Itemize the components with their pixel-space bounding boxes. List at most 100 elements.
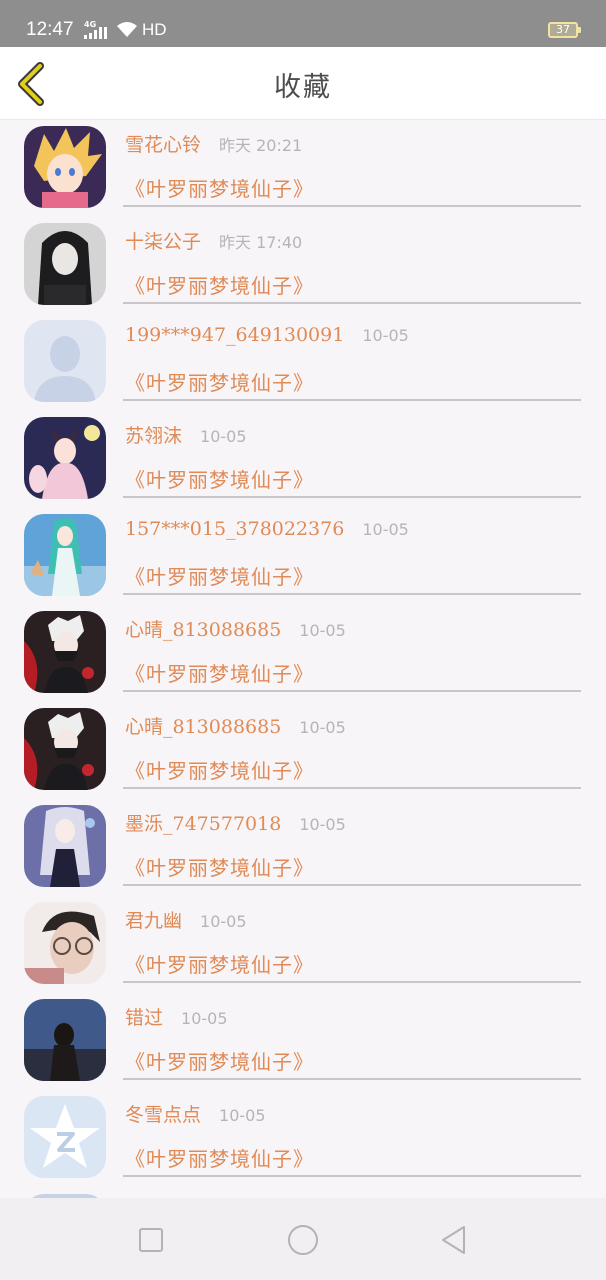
fox-girl-icon xyxy=(24,417,106,499)
avatar[interactable] xyxy=(24,417,106,499)
post-time: 10-05 xyxy=(362,326,409,345)
avatar[interactable] xyxy=(24,514,106,596)
collection-title[interactable]: 《叶罗丽梦境仙子》 xyxy=(125,852,314,881)
post-time: 10-05 xyxy=(200,427,247,446)
divider xyxy=(123,690,581,692)
avatar[interactable] xyxy=(24,126,106,208)
circle-icon xyxy=(288,1225,318,1255)
status-bar: 12:47 4G HD 37 xyxy=(0,0,606,47)
list-item[interactable]: 冬雪点点 10-05 《叶罗丽梦境仙子》 xyxy=(0,1090,606,1187)
battery-icon: 37 xyxy=(548,22,581,38)
recent-apps-button[interactable] xyxy=(131,1220,171,1260)
user-name[interactable]: 冬雪点点 xyxy=(125,1104,201,1126)
battery-level: 37 xyxy=(556,23,570,36)
list-item[interactable]: 十柒公子 昨天 17:40 《叶罗丽梦境仙子》 xyxy=(0,217,606,314)
post-time: 昨天 20:21 xyxy=(219,136,303,155)
divider xyxy=(123,981,581,983)
name-line: 错过 10-05 xyxy=(125,1003,228,1030)
post-time: 10-05 xyxy=(299,815,346,834)
user-name[interactable]: 十柒公子 xyxy=(125,231,201,253)
name-line: 十柒公子 昨天 17:40 xyxy=(125,227,302,254)
square-icon xyxy=(139,1228,163,1252)
user-name[interactable]: 错过 xyxy=(125,1007,163,1029)
avatar[interactable] xyxy=(24,902,106,984)
avatar[interactable] xyxy=(24,320,106,402)
page-title: 收藏 xyxy=(274,72,332,103)
dark-hair-girl-icon xyxy=(24,223,106,305)
post-time: 10-05 xyxy=(219,1106,266,1125)
user-name[interactable]: 心晴_813088685 xyxy=(125,619,281,641)
navigation-bar xyxy=(0,1198,606,1280)
post-time: 10-05 xyxy=(181,1009,228,1028)
user-name[interactable]: 雪花心铃 xyxy=(125,134,201,156)
collection-title[interactable]: 《叶罗丽梦境仙子》 xyxy=(125,561,314,590)
divider xyxy=(123,593,581,595)
name-line: 君九幽 10-05 xyxy=(125,906,247,933)
collection-title[interactable]: 《叶罗丽梦境仙子》 xyxy=(125,1046,314,1075)
user-name[interactable]: 苏翎沫 xyxy=(125,425,182,447)
list-item[interactable]: 199***947_649130091 10-05 《叶罗丽梦境仙子》 xyxy=(0,314,606,411)
avatar[interactable] xyxy=(24,223,106,305)
white-hair-mask-icon xyxy=(24,611,106,693)
collection-title[interactable]: 《叶罗丽梦境仙子》 xyxy=(125,1143,314,1172)
system-back-button[interactable] xyxy=(434,1220,474,1260)
user-name[interactable]: 199***947_649130091 xyxy=(125,324,344,346)
user-name[interactable]: 君九幽 xyxy=(125,910,182,932)
home-button[interactable] xyxy=(283,1220,323,1260)
list-item[interactable]: 157***015_378022376 10-05 《叶罗丽梦境仙子》 xyxy=(0,508,606,605)
collection-title[interactable]: 《叶罗丽梦境仙子》 xyxy=(125,755,314,784)
avatar[interactable] xyxy=(24,708,106,790)
list-item[interactable]: 苏翎沫 10-05 《叶罗丽梦境仙子》 xyxy=(0,411,606,508)
user-name[interactable]: 墨泺_747577018 xyxy=(125,813,281,835)
name-line: 157***015_378022376 10-05 xyxy=(125,518,409,540)
avatar[interactable] xyxy=(24,1096,106,1178)
divider xyxy=(123,1078,581,1080)
list-item[interactable]: 心晴_813088685 10-05 《叶罗丽梦境仙子》 xyxy=(0,702,606,799)
divider xyxy=(123,399,581,401)
triangle-back-icon xyxy=(442,1226,465,1254)
collection-title[interactable]: 《叶罗丽梦境仙子》 xyxy=(125,270,314,299)
silver-hair-girl-icon xyxy=(24,805,106,887)
divider xyxy=(123,205,581,207)
list-item[interactable]: 君九幽 10-05 《叶罗丽梦境仙子》 xyxy=(0,896,606,993)
header: 收藏 xyxy=(0,47,606,120)
avatar[interactable] xyxy=(24,805,106,887)
name-line: 心晴_813088685 10-05 xyxy=(125,615,346,642)
default-person-icon xyxy=(24,320,106,402)
collection-title[interactable]: 《叶罗丽梦境仙子》 xyxy=(125,949,314,978)
wifi-icon xyxy=(117,22,137,37)
list-item[interactable]: 错过 10-05 《叶罗丽梦境仙子》 xyxy=(0,993,606,1090)
post-time: 10-05 xyxy=(299,718,346,737)
name-line: 心晴_813088685 10-05 xyxy=(125,712,346,739)
post-time: 10-05 xyxy=(362,520,409,539)
user-name[interactable]: 心晴_813088685 xyxy=(125,716,281,738)
post-time: 昨天 17:40 xyxy=(219,233,303,252)
qq-star-logo-icon xyxy=(24,1096,106,1178)
post-time: 10-05 xyxy=(200,912,247,931)
collection-title[interactable]: 《叶罗丽梦境仙子》 xyxy=(125,464,314,493)
user-name[interactable]: 157***015_378022376 xyxy=(125,518,344,540)
divider xyxy=(123,884,581,886)
divider xyxy=(123,787,581,789)
white-hair-mask-icon xyxy=(24,708,106,790)
collection-title[interactable]: 《叶罗丽梦境仙子》 xyxy=(125,367,314,396)
collection-title[interactable]: 《叶罗丽梦境仙子》 xyxy=(125,658,314,687)
list-item[interactable]: 心晴_813088685 10-05 《叶罗丽梦境仙子》 xyxy=(0,605,606,702)
divider xyxy=(123,1175,581,1177)
divider xyxy=(123,302,581,304)
glasses-boy-icon xyxy=(24,902,106,984)
signal-icon: 4G xyxy=(84,20,110,40)
divider xyxy=(123,496,581,498)
avatar[interactable] xyxy=(24,611,106,693)
teal-hair-girl-icon xyxy=(24,514,106,596)
list-item[interactable]: 雪花心铃 昨天 20:21 《叶罗丽梦境仙子》 xyxy=(0,120,606,217)
name-line: 苏翎沫 10-05 xyxy=(125,421,247,448)
list-item[interactable]: 墨泺_747577018 10-05 《叶罗丽梦境仙子》 xyxy=(0,799,606,896)
name-line: 199***947_649130091 10-05 xyxy=(125,324,409,346)
avatar[interactable] xyxy=(24,999,106,1081)
collection-title[interactable]: 《叶罗丽梦境仙子》 xyxy=(125,173,314,202)
girl-back-view-icon xyxy=(24,999,106,1081)
post-time: 10-05 xyxy=(299,621,346,640)
favorites-list: 雪花心铃 昨天 20:21 《叶罗丽梦境仙子》 十柒公子 昨天 17:40 《叶罗丽… xyxy=(0,120,606,1198)
status-time: 12:47 xyxy=(26,19,74,40)
